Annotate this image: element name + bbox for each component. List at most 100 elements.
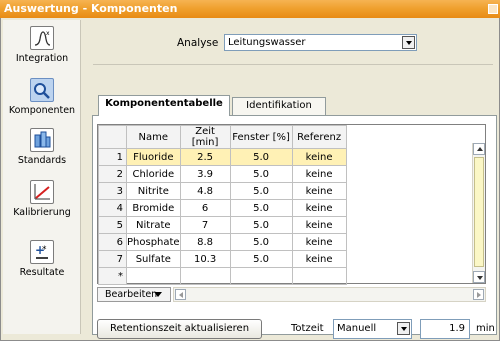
cell-name[interactable]: Sulfate — [126, 250, 181, 268]
row-header[interactable]: 7 — [98, 250, 127, 268]
column-header-time[interactable]: Zeit [min] — [179, 125, 231, 149]
divider — [93, 64, 493, 65]
cell-reference[interactable]: keine — [291, 250, 347, 268]
cell-name[interactable]: Fluoride — [126, 148, 181, 166]
window-minimize-button[interactable] — [488, 4, 498, 14]
cell-reference[interactable]: keine — [291, 199, 347, 217]
table-row[interactable]: 3 Nitrite 4.8 5.0 keine — [98, 182, 347, 200]
corner-cell — [98, 125, 127, 149]
table-bottom-bar: Bearbeiten — [97, 287, 486, 302]
cell-window[interactable]: 5.0 — [229, 233, 293, 251]
total-time-input[interactable]: 1.9 — [420, 319, 470, 339]
total-time-unit: min — [476, 323, 495, 334]
analysis-select[interactable]: Leitungswasser — [224, 34, 417, 51]
sidebar-item-label: Kalibrierung — [13, 207, 71, 218]
table-header-row: Name Zeit [min] Fenster [%] Referenz — [98, 125, 347, 149]
cell-window[interactable]: 5.0 — [229, 148, 293, 166]
cell-time[interactable]: 10.3 — [179, 250, 231, 268]
table-row[interactable]: 5 Nitrate 7 5.0 keine — [98, 216, 347, 234]
cell-name[interactable]: Phosphate — [126, 233, 181, 251]
tab-panel: Name Zeit [min] Fenster [%] Referenz 1 F… — [92, 115, 497, 339]
row-header[interactable]: 6 — [98, 233, 127, 251]
cell-window[interactable]: 5.0 — [229, 182, 293, 200]
cell-name[interactable]: Chloride — [126, 165, 181, 183]
main-window: x Integration Komponenten Standards Kali… — [0, 18, 500, 341]
sidebar: x Integration Komponenten Standards Kali… — [3, 20, 81, 334]
cell-window[interactable]: 5.0 — [229, 216, 293, 234]
analysis-select-value: Leitungswasser — [228, 37, 306, 48]
cell-window[interactable] — [229, 267, 293, 285]
components-icon — [30, 78, 54, 102]
edit-menu-button[interactable]: Bearbeiten — [97, 287, 171, 302]
row-header[interactable]: 4 — [98, 199, 127, 217]
table-vertical-scrollbar[interactable] — [472, 143, 485, 283]
sidebar-item-label: Resultate — [19, 267, 65, 278]
column-header-reference[interactable]: Referenz — [291, 125, 347, 149]
sidebar-item-integration[interactable]: x Integration — [3, 26, 81, 65]
sidebar-item-komponenten[interactable]: Komponenten — [3, 78, 81, 117]
cell-time[interactable]: 4.8 — [179, 182, 231, 200]
row-header[interactable]: * — [98, 267, 127, 285]
row-header[interactable]: 1 — [98, 148, 127, 166]
column-header-name[interactable]: Name — [126, 125, 181, 149]
cell-window[interactable]: 5.0 — [229, 165, 293, 183]
table-row[interactable]: 1 Fluoride 2.5 5.0 keine — [98, 148, 347, 166]
analysis-label: Analyse — [177, 37, 219, 49]
sidebar-item-label: Integration — [15, 53, 69, 64]
update-retention-time-button[interactable]: Retentionszeit aktualisieren — [97, 319, 262, 339]
tab-komponententabelle[interactable]: Komponententabelle — [98, 95, 230, 116]
row-header[interactable]: 2 — [98, 165, 127, 183]
cell-window[interactable]: 5.0 — [229, 250, 293, 268]
cell-reference[interactable]: keine — [291, 182, 347, 200]
cell-reference[interactable]: keine — [291, 165, 347, 183]
scroll-right-icon[interactable] — [473, 289, 484, 300]
cell-reference[interactable]: keine — [291, 216, 347, 234]
scroll-thumb[interactable] — [474, 157, 484, 267]
cell-reference[interactable]: keine — [291, 148, 347, 166]
cell-name[interactable]: Nitrate — [126, 216, 181, 234]
table-row[interactable]: 6 Phosphate 8.8 5.0 keine — [98, 233, 347, 251]
cell-name[interactable]: Bromide — [126, 199, 181, 217]
results-icon: + * — [30, 240, 54, 264]
integration-icon: x — [30, 26, 54, 50]
row-header[interactable]: 3 — [98, 182, 127, 200]
chevron-down-icon[interactable] — [397, 322, 410, 335]
row-header[interactable]: 5 — [98, 216, 127, 234]
window-titlebar: Auswertung - Komponenten — [0, 0, 500, 18]
total-time-label: Totzeit — [291, 323, 324, 334]
sidebar-item-label: Standards — [17, 155, 67, 166]
svg-text:*: * — [42, 245, 47, 255]
column-header-window[interactable]: Fenster [%] — [229, 125, 293, 149]
svg-text:x: x — [46, 30, 50, 37]
cell-time[interactable] — [179, 267, 231, 285]
cell-name[interactable] — [126, 267, 181, 285]
scroll-up-icon[interactable] — [473, 143, 485, 155]
cell-time[interactable]: 3.9 — [179, 165, 231, 183]
cell-time[interactable]: 8.8 — [179, 233, 231, 251]
sidebar-item-label: Komponenten — [8, 105, 76, 116]
sidebar-item-kalibrierung[interactable]: Kalibrierung — [3, 180, 81, 219]
chevron-down-icon[interactable] — [402, 36, 415, 49]
components-table[interactable]: Name Zeit [min] Fenster [%] Referenz 1 F… — [97, 124, 486, 285]
table-row[interactable]: 7 Sulfate 10.3 5.0 keine — [98, 250, 347, 268]
cell-window[interactable]: 5.0 — [229, 199, 293, 217]
table-row[interactable]: 4 Bromide 6 5.0 keine — [98, 199, 347, 217]
table-horizontal-scrollbar[interactable] — [173, 287, 486, 302]
cell-reference[interactable]: keine — [291, 233, 347, 251]
scroll-left-icon[interactable] — [175, 289, 186, 300]
sidebar-item-resultate[interactable]: + * Resultate — [3, 240, 81, 279]
calibration-icon — [30, 180, 54, 204]
cell-name[interactable]: Nitrite — [126, 182, 181, 200]
sidebar-item-standards[interactable]: Standards — [3, 128, 81, 167]
cell-time[interactable]: 7 — [179, 216, 231, 234]
standards-icon — [30, 128, 54, 152]
scroll-down-icon[interactable] — [473, 271, 485, 283]
table-row-new[interactable]: * — [98, 267, 347, 285]
window-title: Auswertung - Komponenten — [4, 2, 178, 15]
tab-identifikation[interactable]: Identifikation — [232, 97, 326, 115]
cell-time[interactable]: 2.5 — [179, 148, 231, 166]
total-time-mode-select[interactable]: Manuell — [333, 319, 412, 339]
cell-time[interactable]: 6 — [179, 199, 231, 217]
cell-reference[interactable] — [291, 267, 347, 285]
table-row[interactable]: 2 Chloride 3.9 5.0 keine — [98, 165, 347, 183]
